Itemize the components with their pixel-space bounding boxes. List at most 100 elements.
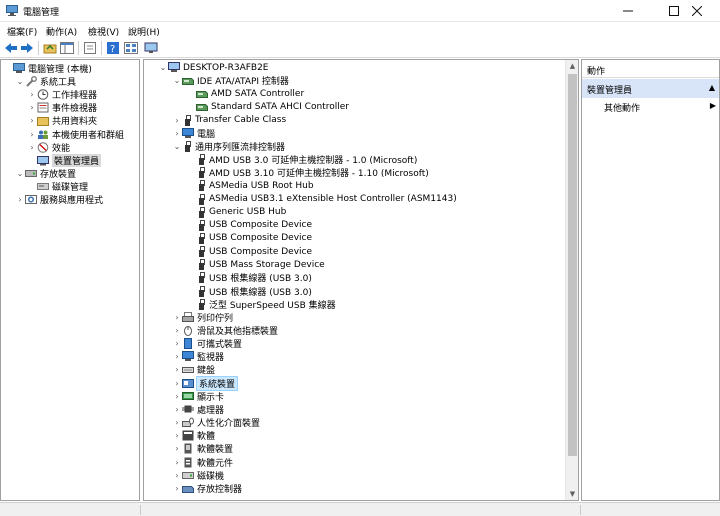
collapse-chevron-icon[interactable]: › [27,141,37,154]
usb-icon [199,285,205,297]
device-tree-item-row[interactable]: AMD USB 3.10 可延伸主機控制器 - 1.10 (Microsoft) [186,166,429,179]
console-tree-item-row[interactable]: › 服務與應用程式 [15,193,103,206]
device-tree-item-row[interactable]: USB Composite Device [186,219,312,232]
up-level-button[interactable] [42,40,58,56]
collapse-chevron-icon[interactable]: › [172,377,182,390]
menu-help[interactable]: 說明(H) [128,25,160,38]
more-actions-item[interactable]: 其他動作 ▶ [604,101,716,114]
collapse-chevron-icon[interactable]: › [172,390,182,403]
console-tree-item-row[interactable]: › 事件檢視器 [27,101,97,114]
console-tree-item-row[interactable]: › 工作排程器 [27,88,97,101]
console-tree-item-row[interactable]: 裝置管理員 [27,153,102,167]
expand-chevron-icon[interactable]: ⌄ [15,75,25,88]
device-tree-item-row[interactable]: › 列印佇列 [172,311,233,324]
device-tree-item-row[interactable]: USB Composite Device [186,245,312,258]
device-tree-item-row[interactable]: AMD SATA Controller [186,87,304,100]
collapse-chevron-icon[interactable]: › [27,128,37,141]
device-tree-item-row[interactable]: › 人性化介面裝置 [172,416,260,429]
collapse-chevron-icon[interactable]: › [172,416,182,429]
console-tree-item-row[interactable]: › 共用資料夾 [27,114,97,127]
device-tree-item-row[interactable]: › 軟體 [172,429,215,442]
console-tree-item-row[interactable]: ⌄ 系統工具 [15,75,76,88]
device-tree-item-row[interactable]: ASMedia USB Root Hub [186,179,314,192]
expand-chevron-icon[interactable]: ⌄ [158,61,168,74]
collapse-chevron-icon[interactable]: › [172,311,182,324]
device-tree-item-row[interactable]: USB 根集線器 (USB 3.0) [186,285,312,298]
device-tree-item-row[interactable]: › 軟體元件 [172,456,233,469]
usb-icon [199,298,205,310]
device-tree-item-row[interactable]: › 存放控制器 [172,482,242,495]
usb-icon [199,154,205,166]
device-tree-item-row[interactable]: Generic USB Hub [186,206,286,219]
computer-management-app-icon [6,5,18,16]
expand-chevron-icon[interactable]: ⌄ [172,74,182,87]
close-button[interactable] [674,0,720,22]
show-hide-tree-button[interactable] [59,40,75,56]
collapse-chevron-icon[interactable]: › [172,403,182,416]
device-tree-item-row[interactable]: › 系統裝置 [172,375,239,391]
device-tree-item-row[interactable]: › 電腦 [172,127,215,140]
device-tree-item-row[interactable]: ⌄ DESKTOP-R3AFB2E [158,61,269,74]
device-tree-item-label: ASMedia USB Root Hub [209,180,314,191]
minimize-button[interactable] [605,0,651,22]
menu-view[interactable]: 檢視(V) [88,25,119,38]
device-tree-item-label: 系統裝置 [195,375,239,391]
scroll-thumb[interactable] [568,74,577,456]
menu-action[interactable]: 動作(A) [46,25,77,38]
menu-file[interactable]: 檔案(F) [7,25,37,38]
collapse-chevron-icon[interactable]: › [172,456,182,469]
collapse-chevron-icon[interactable]: › [172,350,182,363]
collapse-chevron-icon[interactable]: › [15,193,25,206]
toolbar-separator [78,41,79,55]
device-tree-item-row[interactable]: › 處理器 [172,403,224,416]
device-tree-item-row[interactable]: AMD USB 3.0 可延伸主機控制器 - 1.0 (Microsoft) [186,153,417,166]
collapse-chevron-icon[interactable]: › [172,114,182,127]
device-tree-item-row[interactable]: USB Composite Device [186,232,312,245]
actions-section-device-manager[interactable]: 裝置管理員 ▲ [582,79,719,98]
console-tree-item-row[interactable]: 電腦管理 (本機) [3,62,92,75]
device-tree-item-row[interactable]: › 滑鼠及其他指標裝置 [172,324,278,337]
device-tree-item-row[interactable]: › 監視器 [172,350,224,363]
device-tree-item-row[interactable]: 泛型 SuperSpeed USB 集線器 [186,298,336,311]
device-tree-item-row[interactable]: › 軟體裝置 [172,442,233,455]
device-tree-item-row[interactable]: USB 根集線器 (USB 3.0) [186,271,312,284]
collapse-chevron-icon[interactable]: › [172,324,182,337]
device-tree-item-row[interactable]: › 可攜式裝置 [172,337,242,350]
scan-hardware-button[interactable] [143,40,159,56]
device-tree-item-row[interactable]: › Transfer Cable Class [172,114,286,127]
collapse-chevron-icon[interactable]: › [172,429,182,442]
device-tree-item-row[interactable]: › 顯示卡 [172,390,224,403]
collapse-chevron-icon[interactable]: › [172,363,182,376]
console-tree-item-row[interactable]: › 本機使用者和群組 [27,128,124,141]
properties-button[interactable] [82,40,98,56]
console-tree-item-row[interactable]: 磁碟管理 [27,180,88,193]
scroll-up-button[interactable]: ▲ [566,60,578,72]
collapse-chevron-icon[interactable]: › [172,337,182,350]
collapse-chevron-icon[interactable]: › [172,127,182,140]
device-tree-item-row[interactable]: › 鍵盤 [172,363,215,376]
console-tree-item-row[interactable]: ⌄ 存放裝置 [15,167,76,180]
device-tree-item-row[interactable]: ⌄ IDE ATA/ATAPI 控制器 [172,74,289,87]
collapse-chevron-icon[interactable]: › [27,88,37,101]
forward-button[interactable] [19,40,35,56]
vertical-scrollbar[interactable]: ▲ ▼ [565,60,578,500]
back-button[interactable] [3,40,19,56]
collapse-chevron-icon[interactable]: › [172,469,182,482]
help-button[interactable]: ? [105,40,121,56]
device-tree-item-row[interactable]: › 磁碟機 [172,469,224,482]
console-tree-item-label: 裝置管理員 [52,153,102,167]
device-tree-item-row[interactable]: ASMedia USB3.1 eXtensible Host Controlle… [186,193,457,206]
view-button[interactable] [123,40,139,56]
collapse-chevron-icon[interactable]: › [172,482,182,495]
device-tree-item-row[interactable]: USB Mass Storage Device [186,258,325,271]
collapse-chevron-icon[interactable]: › [27,101,37,114]
scroll-down-button[interactable]: ▼ [566,488,578,500]
expand-chevron-icon[interactable]: ⌄ [15,167,25,180]
status-divider [140,505,141,515]
expand-chevron-icon[interactable]: ⌄ [172,140,182,153]
collapse-chevron-icon[interactable]: › [172,442,182,455]
collapse-chevron-icon[interactable]: › [27,114,37,127]
device-tree-item-row[interactable]: ⌄ 通用序列匯流排控制器 [172,140,285,153]
console-tree-item-row[interactable]: › 效能 [27,141,70,154]
device-tree-item-row[interactable]: Standard SATA AHCI Controller [186,100,349,113]
